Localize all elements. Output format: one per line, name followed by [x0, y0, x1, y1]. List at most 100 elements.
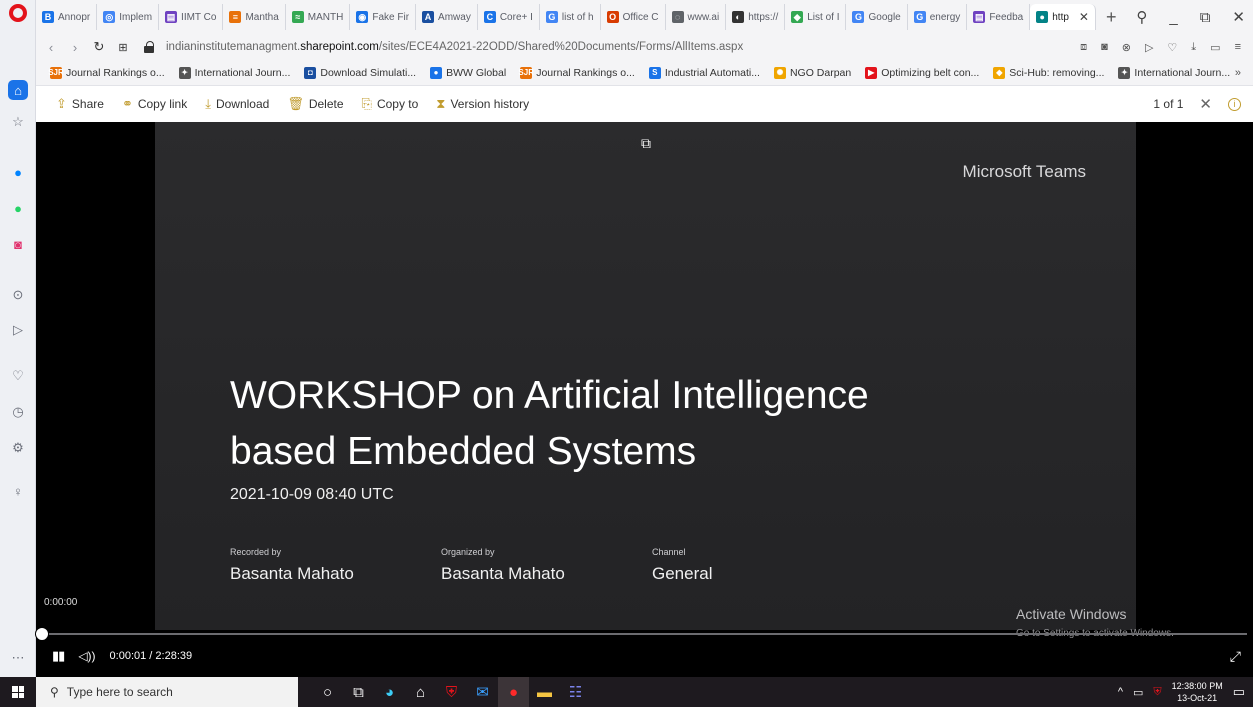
minimize-button[interactable]: _: [1169, 9, 1177, 26]
send-icon[interactable]: ▷: [8, 320, 28, 340]
restore-button[interactable]: ⧉: [1200, 9, 1211, 26]
browser-tab[interactable]: ≡ Mantha: [223, 4, 286, 30]
pause-icon[interactable]: ▮▮: [52, 648, 65, 664]
tab-favicon-icon: G: [852, 11, 865, 23]
back-icon[interactable]: ‹: [42, 40, 60, 55]
heart-icon[interactable]: ♡: [8, 366, 28, 386]
whatsapp-icon[interactable]: ●: [8, 198, 28, 218]
notification-icon[interactable]: ▭: [1233, 684, 1245, 700]
close-tab-icon[interactable]: ✕: [1079, 10, 1089, 24]
copy-link-button[interactable]: ⚭ Copy link: [122, 96, 187, 112]
picture-in-picture-icon[interactable]: ⧉: [637, 134, 655, 152]
heart-icon[interactable]: ♡: [1167, 41, 1177, 54]
delete-button[interactable]: 🗑 Delete: [287, 96, 343, 112]
new-tab-button[interactable]: +: [1096, 7, 1127, 28]
browser-tab[interactable]: Genergy: [908, 4, 968, 30]
forward-icon[interactable]: ›: [66, 40, 84, 55]
browser-tab[interactable]: ▤ IIMT Co: [159, 4, 224, 30]
browser-tab[interactable]: ◐ https://: [726, 4, 786, 30]
opera-taskbar-icon[interactable]: ●: [498, 677, 529, 707]
camera-icon[interactable]: ◙: [1101, 41, 1108, 53]
browser-tab[interactable]: ▤ Feedba: [967, 4, 1031, 30]
opera-logo-icon[interactable]: [9, 4, 27, 22]
tab-label: energy: [929, 11, 961, 23]
close-window-button[interactable]: ✕: [1232, 8, 1245, 26]
easy-setup-icon[interactable]: ≡: [1235, 41, 1241, 53]
browser-tab[interactable]: ◌ www.ai: [666, 4, 727, 30]
recorded-by: Recorded by Basanta Mahato: [230, 547, 354, 584]
store-icon[interactable]: ⌂: [405, 677, 436, 707]
star-icon[interactable]: ☆: [8, 112, 28, 132]
clock[interactable]: 12:38:00 PM 13-Oct-21: [1172, 680, 1223, 704]
tab-label: Mantha: [245, 11, 279, 23]
bookmark-item[interactable]: S Industrial Automati...: [648, 66, 760, 79]
volume-icon[interactable]: ◁)): [78, 649, 95, 663]
fullscreen-icon[interactable]: ⤢: [1230, 648, 1241, 665]
tab-favicon-icon: C: [483, 11, 496, 23]
seek-bar[interactable]: [35, 627, 1247, 641]
antivirus-icon[interactable]: ⛨: [436, 677, 467, 707]
seek-handle[interactable]: [35, 627, 50, 641]
speed-dial-icon[interactable]: ⊞: [114, 41, 132, 54]
security-tray-icon[interactable]: ⛨: [1153, 686, 1161, 699]
player-icon[interactable]: ⊙: [8, 285, 28, 305]
home-icon[interactable]: ⌂: [8, 80, 28, 100]
close-viewer-icon[interactable]: ✕: [1199, 95, 1212, 113]
lightbulb-icon[interactable]: ♀: [8, 481, 28, 501]
browser-tab[interactable]: O Office C: [601, 4, 666, 30]
lock-icon[interactable]: [144, 41, 154, 53]
browser-tab[interactable]: ◎ Implem: [97, 4, 160, 30]
history-icon[interactable]: ◷: [8, 402, 28, 422]
share-button[interactable]: ⇪ Share: [56, 96, 104, 112]
bookmarks-overflow-button[interactable]: »: [1235, 67, 1241, 79]
settings-icon[interactable]: ⚙: [8, 438, 28, 458]
bookmark-item[interactable]: ◘ Download Simulati...: [304, 66, 416, 79]
more-icon[interactable]: ⋯: [8, 648, 28, 668]
start-button[interactable]: [0, 677, 36, 707]
tab-label: Core+ I: [499, 11, 533, 23]
bookmark-item[interactable]: ● BWW Global: [430, 66, 506, 79]
task-view-icon[interactable]: ⧉: [343, 677, 374, 707]
bookmark-item[interactable]: ▶ Optimizing belt con...: [865, 66, 979, 79]
browser-tab[interactable]: C Core+ I: [478, 4, 540, 30]
cortana-icon[interactable]: ○: [312, 677, 343, 707]
clock-date: 13-Oct-21: [1177, 693, 1218, 703]
url-field[interactable]: indianinstitutemanagment.sharepoint.com/…: [166, 41, 743, 53]
browser-tab[interactable]: A Amway: [416, 4, 478, 30]
taskbar-search[interactable]: ⚲ Type here to search: [36, 677, 298, 707]
browser-tab[interactable]: G Google: [846, 4, 908, 30]
snapshot-icon[interactable]: ⧈: [1080, 41, 1087, 54]
teams-icon[interactable]: ☷: [560, 677, 591, 707]
chevron-up-icon[interactable]: ^: [1118, 686, 1123, 698]
video-player[interactable]: ⧉ Microsoft Teams WORKSHOP on Artificial…: [35, 122, 1253, 677]
battery-icon[interactable]: ▭: [1210, 41, 1220, 54]
mail-icon[interactable]: ✉: [467, 677, 498, 707]
bookmark-item[interactable]: SJR Journal Rankings o...: [518, 66, 635, 79]
copy-to-button[interactable]: ⎘ Copy to: [362, 96, 419, 112]
channel-value: General: [652, 564, 713, 583]
download-icon[interactable]: ⤓: [1191, 41, 1196, 54]
file-explorer-icon[interactable]: ▬: [529, 677, 560, 707]
browser-tab[interactable]: ◆ List of I: [785, 4, 847, 30]
search-tabs-icon[interactable]: ⚲: [1136, 8, 1147, 26]
bookmark-item[interactable]: ✦ International Journ...: [178, 66, 290, 79]
reload-icon[interactable]: ↻: [90, 39, 108, 55]
bookmark-item[interactable]: ✺ NGO Darpan: [773, 66, 851, 79]
browser-tab[interactable]: Glist of h: [540, 4, 601, 30]
instagram-icon[interactable]: ◙: [8, 234, 28, 254]
bookmark-item[interactable]: ✦ International Journ...: [1118, 66, 1230, 79]
browser-tab[interactable]: B Annopr: [36, 4, 98, 30]
bookmark-item[interactable]: ◆ Sci-Hub: removing...: [993, 66, 1104, 79]
bookmark-item[interactable]: SJR Journal Rankings o...: [48, 66, 165, 79]
download-button[interactable]: ⤓ Download: [205, 96, 269, 112]
info-icon[interactable]: i: [1228, 97, 1241, 111]
browser-tab[interactable]: ◉ Fake Fir: [350, 4, 417, 30]
messenger-icon[interactable]: ●: [8, 162, 28, 182]
battery-icon[interactable]: ▭: [1133, 686, 1143, 699]
browser-tab[interactable]: ≈ MANTH: [286, 4, 351, 30]
version-history-button[interactable]: ⧗ Version history: [436, 96, 529, 112]
flow-icon[interactable]: ▷: [1145, 41, 1153, 54]
browser-tab[interactable]: ● http ✕: [1030, 4, 1096, 30]
edge-icon[interactable]: ◕: [374, 677, 405, 707]
shield-icon[interactable]: ⊗: [1122, 41, 1131, 54]
